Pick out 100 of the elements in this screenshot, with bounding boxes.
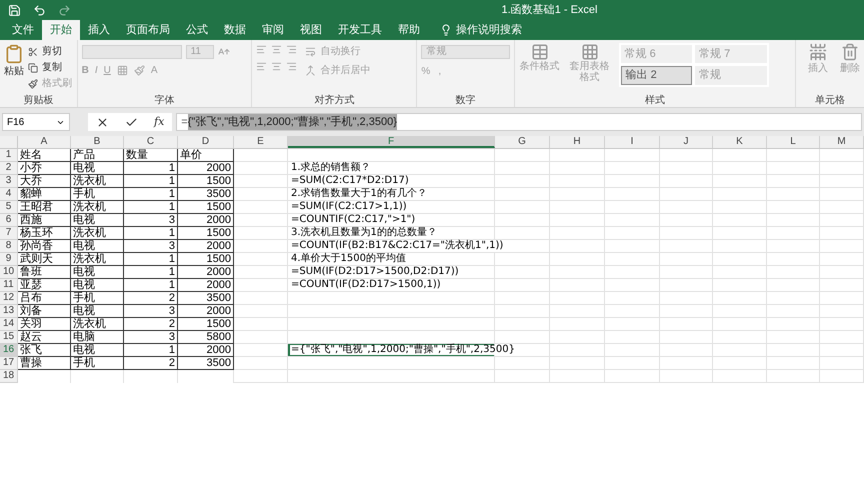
row-header[interactable]: 9 xyxy=(0,253,18,266)
table-cell: 电脑 xyxy=(71,331,124,344)
enter-icon[interactable] xyxy=(125,116,138,128)
table-cell: 武则天 xyxy=(18,253,71,266)
ribbon-tab[interactable]: 插入 xyxy=(80,20,118,40)
ribbon-tab[interactable]: 帮助 xyxy=(390,20,428,40)
column-header[interactable]: D xyxy=(178,136,234,148)
table-cell: 1 xyxy=(124,279,178,292)
row-header[interactable]: 18 xyxy=(0,370,18,383)
group-label: 单元格 xyxy=(814,95,846,107)
column-header[interactable]: H xyxy=(550,136,605,148)
column-header[interactable]: J xyxy=(660,136,713,148)
table-cell: 2000 xyxy=(178,240,234,253)
column-header[interactable]: C xyxy=(124,136,178,148)
row-header[interactable]: 13 xyxy=(0,305,18,318)
ribbon-tab[interactable]: 开发工具 xyxy=(330,20,390,40)
table-cell: 1 xyxy=(124,175,178,188)
table-cell: 1500 xyxy=(178,201,234,214)
table-cell: 数量 xyxy=(124,149,178,162)
row-header[interactable]: 10 xyxy=(0,266,18,279)
cancel-icon[interactable] xyxy=(96,116,109,128)
table-cell: 2 xyxy=(124,318,178,331)
wrap-text-icon xyxy=(305,46,316,57)
column-header[interactable]: A xyxy=(18,136,71,148)
row-header[interactable]: 7 xyxy=(0,227,18,240)
ribbon-tab[interactable]: 页面布局 xyxy=(118,20,178,40)
table-cell: 2 xyxy=(124,357,178,370)
table-cell: 2000 xyxy=(178,266,234,279)
table-cell: 1 xyxy=(124,188,178,201)
table-cell: 2000 xyxy=(178,279,234,292)
table-cell: 赵云 xyxy=(18,331,71,344)
table-cell: 鲁班 xyxy=(18,266,71,279)
ribbon-tab[interactable]: 文件 xyxy=(4,20,42,40)
ribbon-tab[interactable]: 公式 xyxy=(178,20,216,40)
table-cell: 3500 xyxy=(178,292,234,305)
brush-icon xyxy=(28,78,38,88)
column-header[interactable]: M xyxy=(820,136,864,148)
table-cell: 关羽 xyxy=(18,318,71,331)
table-cell: 1 xyxy=(124,253,178,266)
column-header[interactable]: B xyxy=(71,136,124,148)
copy-icon xyxy=(28,62,38,72)
table-cell: 2000 xyxy=(178,305,234,318)
cell-text: =COUNTIF(C2:C17,">1") xyxy=(290,214,416,226)
cell-text: =SUM(IF(C2:C17>1,1)) xyxy=(290,201,408,213)
save-icon[interactable] xyxy=(8,4,21,16)
row-header[interactable]: 1 xyxy=(0,149,18,162)
ribbon-tab[interactable]: 开始 xyxy=(42,20,80,40)
table-cell: 1 xyxy=(124,227,178,240)
table-cell: 2 xyxy=(124,292,178,305)
row-header[interactable]: 11 xyxy=(0,279,18,292)
table-cell: 洗衣机 xyxy=(71,227,124,240)
table-cell: 单价 xyxy=(178,149,234,162)
ribbon-tab[interactable]: 数据 xyxy=(216,20,254,40)
cell-text: =COUNT(IF(B2:B17&C2:C17="洗衣机1",1)) xyxy=(290,240,504,252)
table-cell: 电视 xyxy=(71,240,124,253)
row-header[interactable]: 15 xyxy=(0,331,18,344)
ribbon-tab[interactable]: 视图 xyxy=(292,20,330,40)
row-header[interactable]: 12 xyxy=(0,292,18,305)
table-cell: 张飞 xyxy=(18,344,71,357)
row-header[interactable]: 3 xyxy=(0,175,18,188)
cell-text: ={"张飞","电视",1,2000;"曹操","手机",2,3500} xyxy=(290,345,516,355)
table-cell: 3500 xyxy=(178,357,234,370)
table-cell: 1500 xyxy=(178,175,234,188)
column-header[interactable]: G xyxy=(495,136,550,148)
undo-icon[interactable] xyxy=(33,4,46,16)
table-cell: 1 xyxy=(124,266,178,279)
table-cell: 3500 xyxy=(178,188,234,201)
table-cell: 西施 xyxy=(18,214,71,227)
column-header[interactable]: F xyxy=(288,136,495,148)
row-header[interactable]: 2 xyxy=(0,162,18,175)
column-header[interactable]: I xyxy=(605,136,660,148)
merge-icon xyxy=(305,65,316,76)
table-cell: 1500 xyxy=(178,253,234,266)
tell-me-search[interactable]: 操作说明搜索 xyxy=(456,22,522,38)
row-header[interactable]: 16 xyxy=(0,344,18,357)
table-cell: 手机 xyxy=(71,292,124,305)
table-cell: 杨玉环 xyxy=(18,227,71,240)
column-header[interactable]: L xyxy=(767,136,820,148)
insert-function-button[interactable]: fx xyxy=(154,114,164,130)
table-cell: 2000 xyxy=(178,344,234,357)
lightbulb-icon xyxy=(440,24,452,36)
table-cell: 3 xyxy=(124,240,178,253)
row-header[interactable]: 4 xyxy=(0,188,18,201)
name-box[interactable]: F16 xyxy=(2,113,70,131)
table-cell: 3 xyxy=(124,331,178,344)
cell-text: =SUM(C2:C17*D2:D17) xyxy=(290,175,410,187)
row-header[interactable]: 17 xyxy=(0,357,18,370)
table-cell: 1500 xyxy=(178,318,234,331)
ribbon-tab[interactable]: 审阅 xyxy=(254,20,292,40)
column-header[interactable]: K xyxy=(713,136,767,148)
row-header[interactable]: 5 xyxy=(0,201,18,214)
row-header[interactable]: 8 xyxy=(0,240,18,253)
formula-field[interactable]: ={"张飞","电视",1,2000;"曹操","手机",2,3500} xyxy=(176,113,862,131)
table-cell: 3 xyxy=(124,305,178,318)
table-cell: 1 xyxy=(124,344,178,357)
delete-cells-icon xyxy=(841,43,859,61)
table-cell: 吕布 xyxy=(18,292,71,305)
row-header[interactable]: 6 xyxy=(0,214,18,227)
row-header[interactable]: 14 xyxy=(0,318,18,331)
table-cell: 电视 xyxy=(71,279,124,292)
